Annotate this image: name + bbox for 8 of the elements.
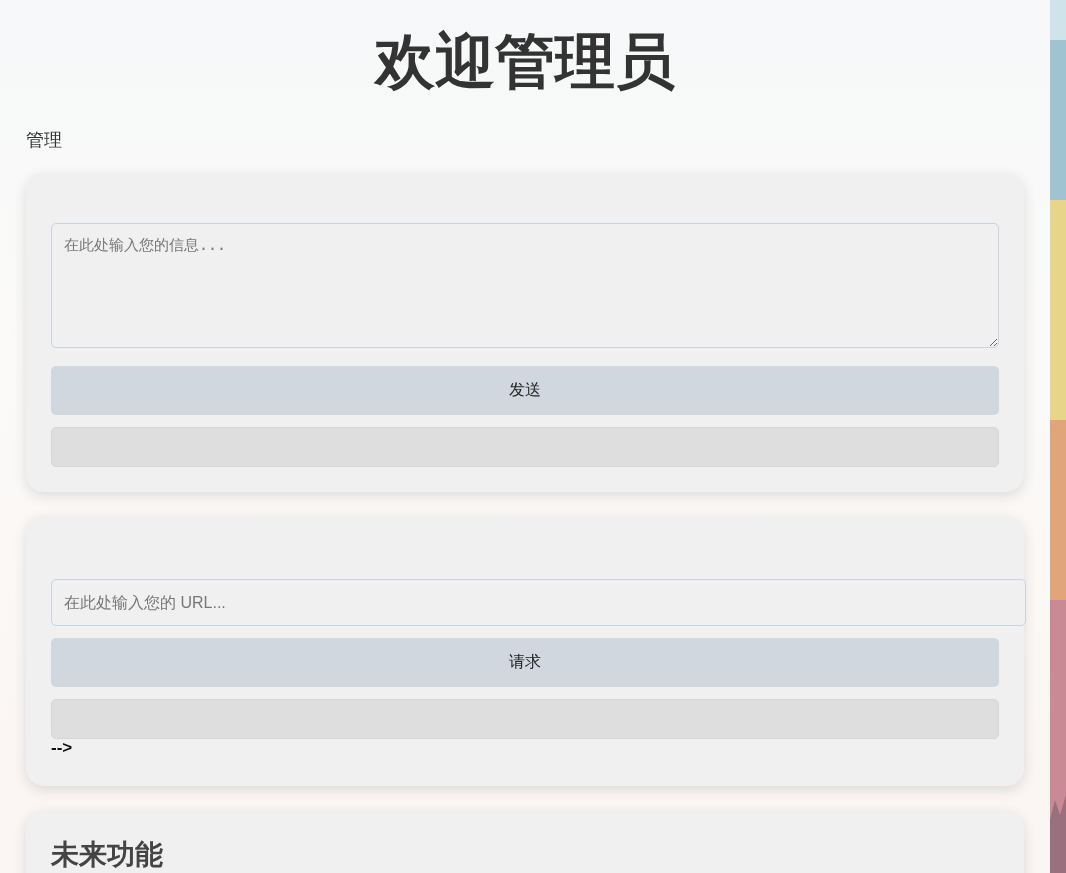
- page-title: 欢迎管理员: [373, 25, 676, 98]
- request-button[interactable]: 请求: [51, 638, 999, 687]
- section-heading: 未来功能: [51, 839, 163, 870]
- message-field[interactable]: 在此处输入您的信息...: [51, 223, 999, 348]
- url-field[interactable]: 在此处输入您的 URL...: [51, 579, 1026, 626]
- send-button[interactable]: 发送: [51, 366, 999, 415]
- section-label: 管理: [26, 128, 62, 152]
- stray-text: -->: [51, 739, 73, 757]
